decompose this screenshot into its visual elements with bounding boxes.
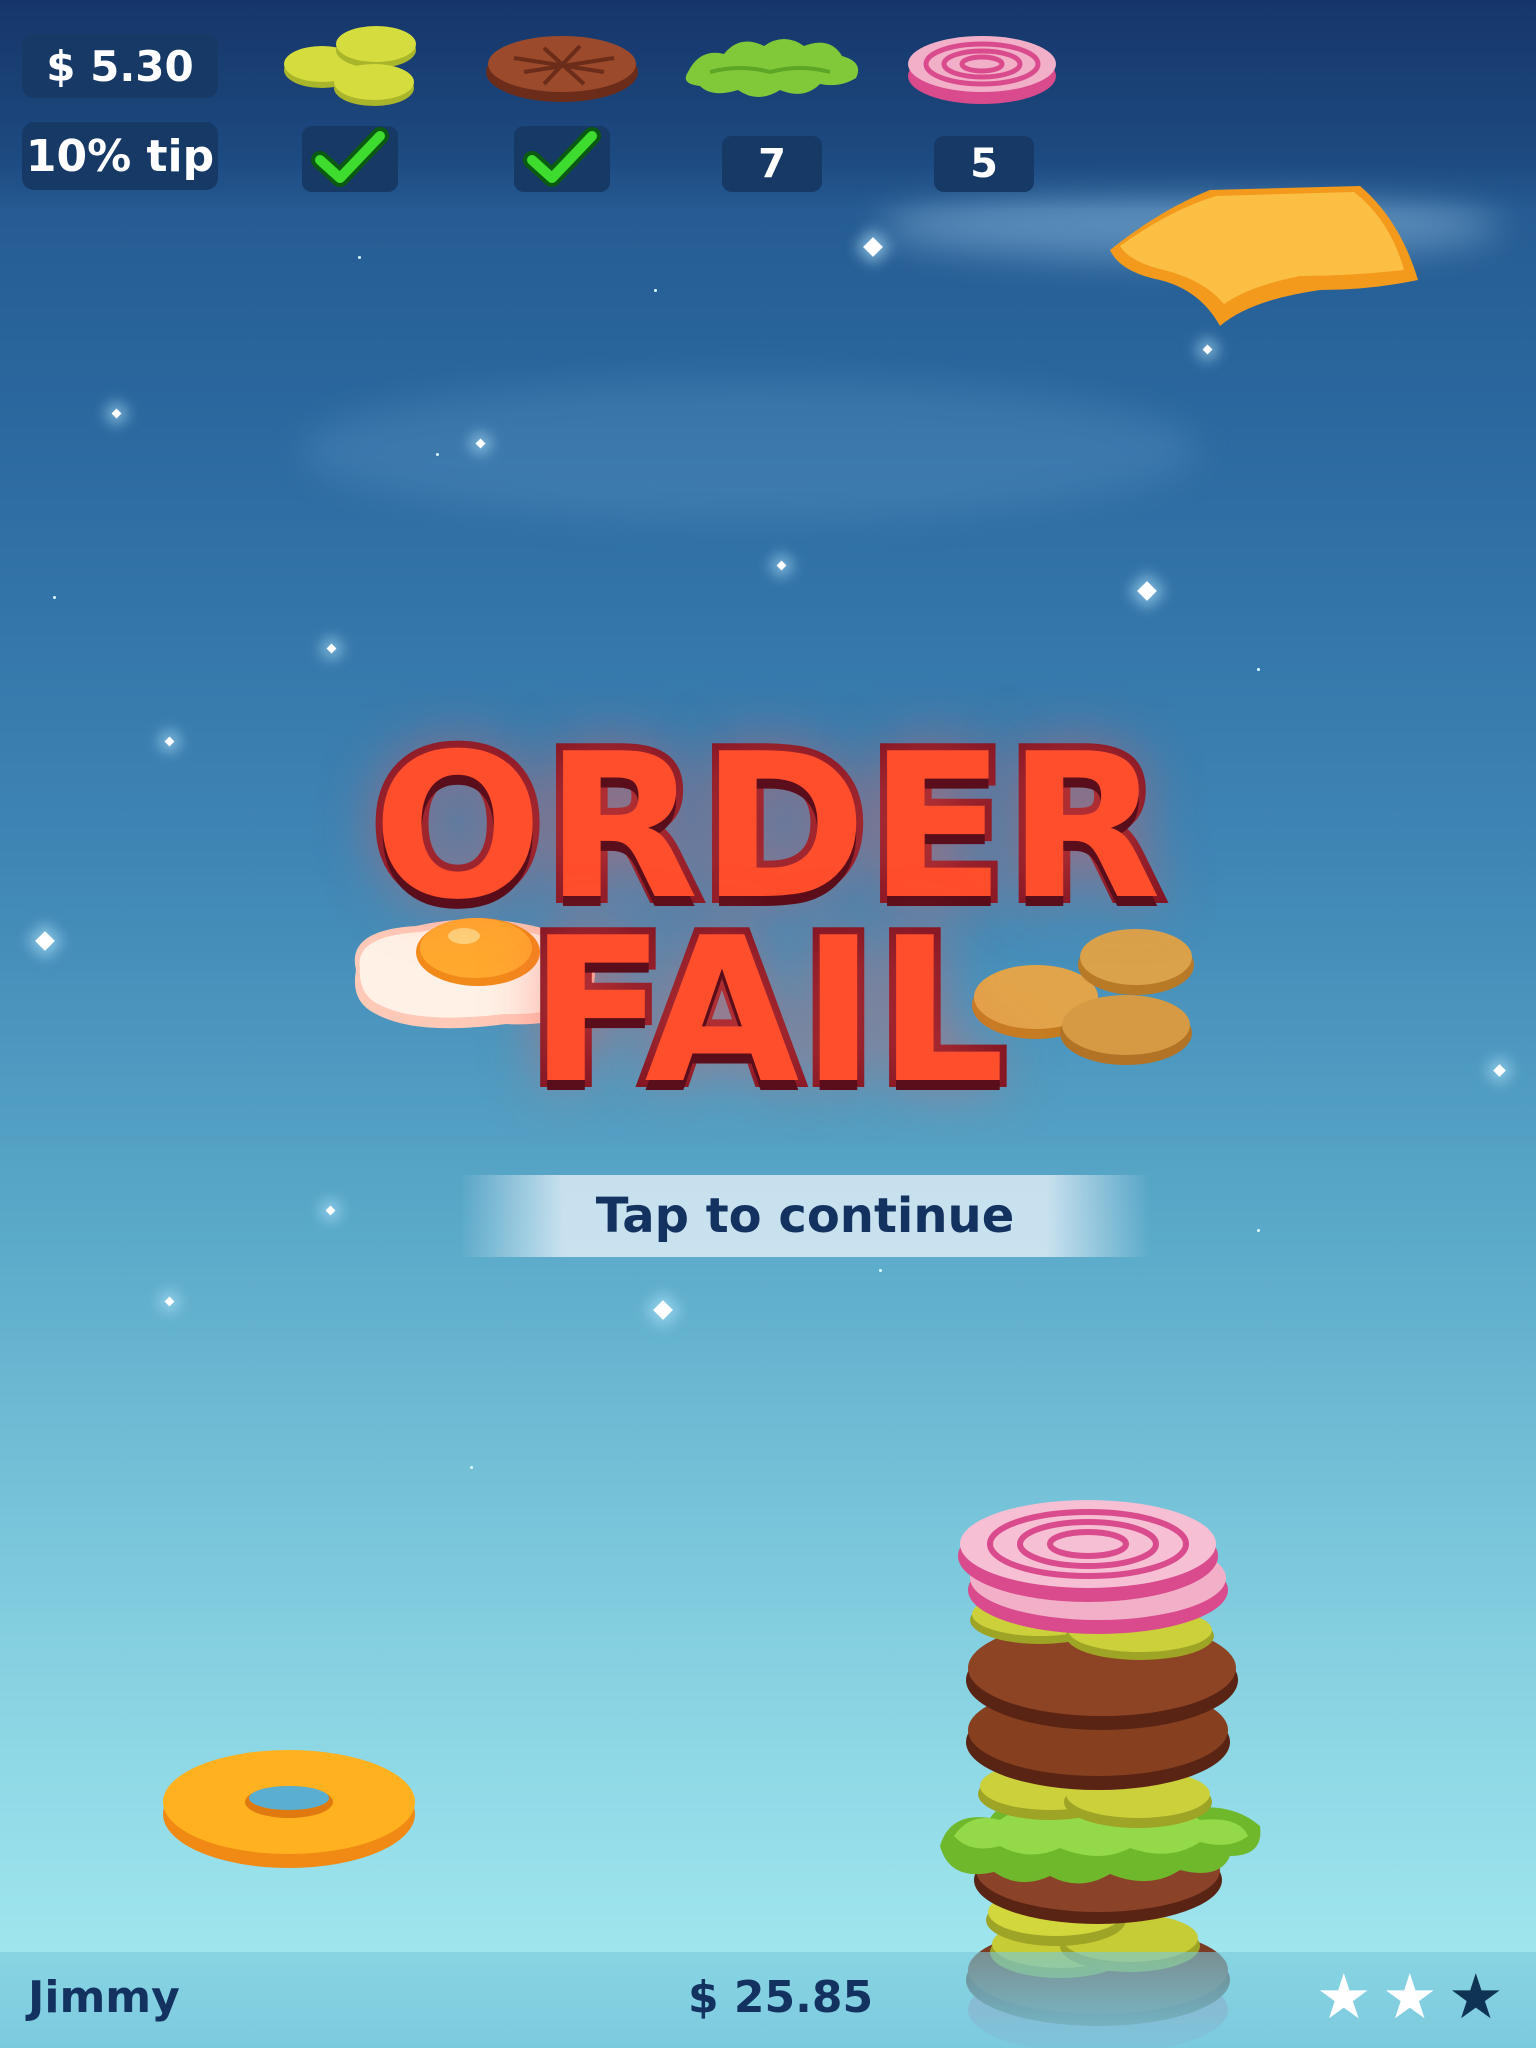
light-streak xyxy=(300,380,1200,520)
order-count-lettuce: 7 xyxy=(722,136,822,192)
lettuce-icon xyxy=(685,39,859,97)
star-dot xyxy=(879,1269,882,1272)
onion-count: 5 xyxy=(970,141,998,187)
star-empty-icon: ★ xyxy=(1448,1960,1504,2033)
star-filled-icon: ★ xyxy=(1316,1960,1372,2033)
pineapple-ring xyxy=(163,1750,415,1868)
money-display: $ 5.30 xyxy=(22,34,218,98)
patty-icon xyxy=(486,36,638,102)
star-dot xyxy=(654,289,657,292)
star-dot xyxy=(436,453,439,456)
tip-display: 10% tip xyxy=(22,122,218,190)
order-status-pickles xyxy=(302,126,398,192)
star-dot xyxy=(1257,1229,1260,1232)
title-fail: FAIL xyxy=(522,895,1012,1128)
check-icon xyxy=(311,127,389,187)
tip-value: 10% tip xyxy=(25,130,215,182)
pickle-icon xyxy=(284,26,416,106)
star-dot xyxy=(1257,668,1260,671)
check-icon xyxy=(523,127,601,187)
player-name: Jimmy xyxy=(28,1972,180,2023)
star-dot xyxy=(358,256,361,259)
tap-to-continue-label: Tap to continue xyxy=(595,1188,1015,1244)
star-dot xyxy=(53,596,56,599)
onion-icon xyxy=(908,36,1056,104)
lettuce-count: 7 xyxy=(758,141,786,187)
cheese-slice xyxy=(1110,186,1418,326)
total-earnings: $ 25.85 xyxy=(688,1972,874,2023)
order-count-onion: 5 xyxy=(934,136,1034,192)
star-filled-icon: ★ xyxy=(1382,1960,1438,2033)
star-dot xyxy=(470,1466,473,1469)
order-status-patty xyxy=(514,126,610,192)
tap-to-continue-button[interactable]: Tap to continue xyxy=(460,1175,1150,1257)
money-value: $ 5.30 xyxy=(46,41,194,91)
